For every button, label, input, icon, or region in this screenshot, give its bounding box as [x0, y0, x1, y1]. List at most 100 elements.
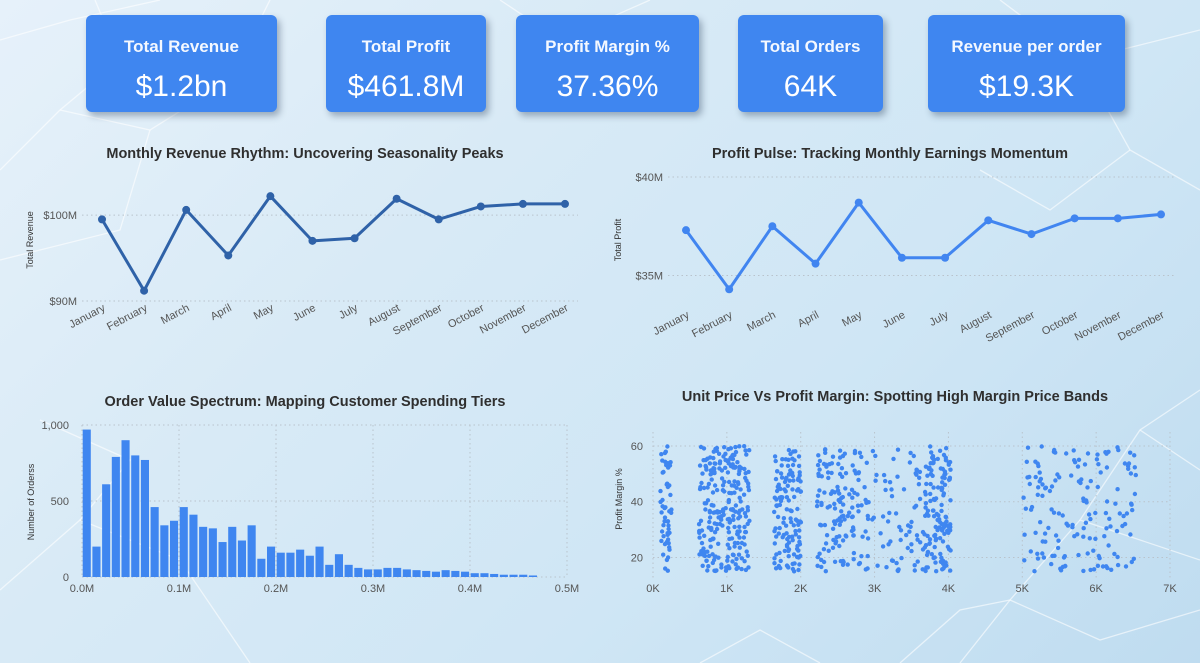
scatter-point	[661, 523, 666, 528]
scatter-point	[782, 548, 787, 554]
scatter-point	[710, 490, 716, 495]
scatter-point	[720, 488, 726, 493]
scatter-point	[1081, 568, 1086, 574]
scatter-point	[1035, 461, 1040, 466]
scatter-point	[1132, 465, 1137, 470]
scatter-point	[736, 471, 742, 477]
scatter-point	[935, 485, 941, 490]
scatter-point	[790, 456, 795, 461]
scatter-point	[1131, 556, 1136, 561]
scatter-point	[794, 488, 800, 493]
x-tick-label: 2K	[794, 583, 808, 595]
scatter-point	[885, 519, 891, 524]
scatter-point	[711, 503, 716, 508]
histogram-bar	[441, 570, 450, 577]
histogram-bar	[305, 555, 314, 577]
scatter-point	[1025, 445, 1031, 450]
scatter-point	[1104, 526, 1109, 531]
kpi-card-profit-margin[interactable]: Profit Margin % 37.36%	[516, 15, 699, 112]
scatter-point	[784, 563, 790, 568]
scatter-point	[1128, 450, 1133, 455]
price-margin-scatter[interactable]: 20 40 60 0K 1K 2K 3K 4K 5K 6K 7K Profit Margin %	[600, 412, 1200, 607]
scatter-point	[878, 531, 883, 536]
scatter-point	[706, 553, 712, 559]
scatter-point	[1104, 451, 1109, 456]
scatter-point	[944, 446, 949, 451]
scatter-point	[819, 500, 824, 506]
histogram-bar	[519, 574, 528, 577]
scatter-point	[923, 568, 928, 574]
histogram-bar	[276, 552, 285, 577]
scatter-point	[713, 461, 718, 466]
scatter-point	[722, 445, 727, 450]
scatter-point	[1126, 461, 1132, 466]
scatter-point	[946, 477, 952, 482]
scatter-point	[700, 563, 705, 568]
scatter-point	[855, 503, 861, 508]
scatter-point	[786, 554, 791, 559]
histogram-bar	[402, 569, 411, 577]
scatter-point	[788, 451, 793, 457]
scatter-point	[923, 501, 929, 506]
scatter-point	[843, 471, 849, 476]
order-value-histogram[interactable]: 0 500 1,000 0.0M 0.1M 0.2M 0.3M 0.4M 0.5M Number …	[0, 412, 600, 607]
scatter-point	[1095, 563, 1101, 568]
scatter-point	[742, 559, 747, 564]
scatter-point	[712, 521, 717, 526]
scatter-point	[706, 525, 711, 530]
scatter-point	[1133, 472, 1138, 478]
scatter-point	[701, 458, 706, 463]
scatter-point	[832, 506, 838, 511]
scatter-point	[792, 494, 797, 500]
scatter-point	[728, 507, 734, 512]
scatter-point	[1122, 461, 1128, 466]
histogram-bar	[344, 564, 353, 577]
x-tick-label: 4K	[942, 583, 956, 595]
x-tick-label: September	[984, 309, 1037, 345]
scatter-chart-title: Unit Price Vs Profit Margin: Spotting Hi…	[681, 389, 1109, 405]
scatter-point	[933, 538, 938, 543]
scatter-point	[940, 480, 945, 485]
scatter-point	[830, 454, 836, 459]
scatter-point	[928, 481, 933, 487]
scatter-point	[1053, 478, 1058, 483]
kpi-card-total-orders[interactable]: Total Orders 64K	[738, 15, 883, 112]
scatter-point	[711, 510, 716, 515]
x-tick-label: 3K	[868, 583, 882, 595]
scatter-point	[864, 460, 869, 465]
scatter-point	[1132, 491, 1138, 497]
histogram-bar	[257, 558, 266, 577]
scatter-point	[715, 510, 720, 515]
scatter-point	[697, 535, 702, 540]
scatter-point	[1093, 510, 1098, 516]
scatter-point	[797, 528, 802, 533]
scatter-point	[908, 524, 913, 529]
x-tick-label: 1K	[720, 583, 734, 595]
scatter-point	[896, 567, 901, 572]
histogram-bar	[383, 567, 392, 577]
revenue-line-chart[interactable]: $90M$100MTotal RevenueJanuaryFebruary Mar…	[0, 165, 600, 350]
histogram-bar	[218, 542, 227, 577]
profit-line-chart[interactable]: $35M $40M Total Profit JanuaryFebruary March…	[600, 165, 1200, 350]
scatter-point	[849, 514, 855, 520]
scatter-point	[831, 519, 837, 524]
scatter-point	[1128, 471, 1134, 476]
scatter-point	[1056, 538, 1061, 543]
kpi-card-total-profit[interactable]: Total Profit $461.8M	[326, 15, 486, 112]
histogram-bar	[208, 528, 217, 577]
scatter-point	[923, 492, 928, 497]
scatter-point	[856, 561, 862, 567]
kpi-card-total-revenue[interactable]: Total Revenue $1.2bn	[86, 15, 277, 112]
scatter-point	[1064, 451, 1069, 456]
scatter-point	[720, 508, 725, 514]
data-point	[98, 215, 106, 224]
scatter-point	[733, 503, 739, 508]
histogram-bar	[267, 546, 276, 577]
kpi-card-revenue-per-order[interactable]: Revenue per order $19.3K	[928, 15, 1125, 112]
scatter-point	[1102, 534, 1107, 539]
scatter-point	[732, 524, 737, 530]
scatter-point	[738, 499, 743, 504]
x-tick-label: 6K	[1089, 583, 1103, 595]
scatter-point	[889, 487, 894, 492]
histogram-bar	[131, 455, 140, 577]
